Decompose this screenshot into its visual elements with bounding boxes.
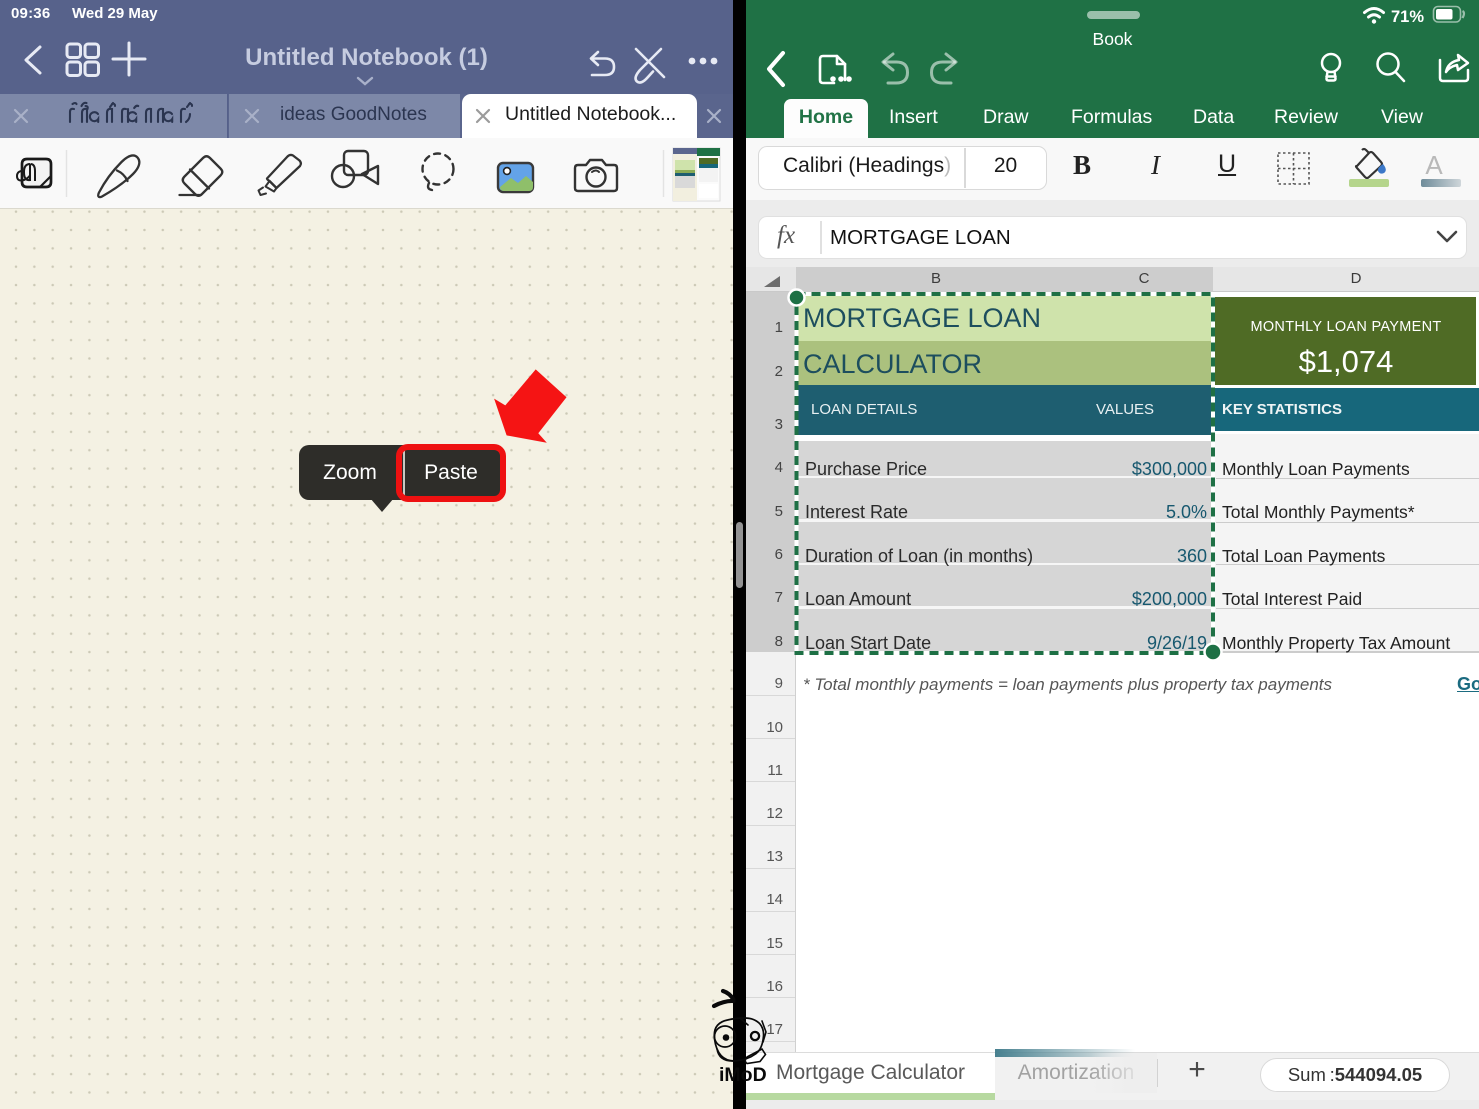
svg-text:iMoD: iMoD bbox=[719, 1064, 767, 1086]
svg-text:71%: 71% bbox=[1391, 8, 1424, 26]
